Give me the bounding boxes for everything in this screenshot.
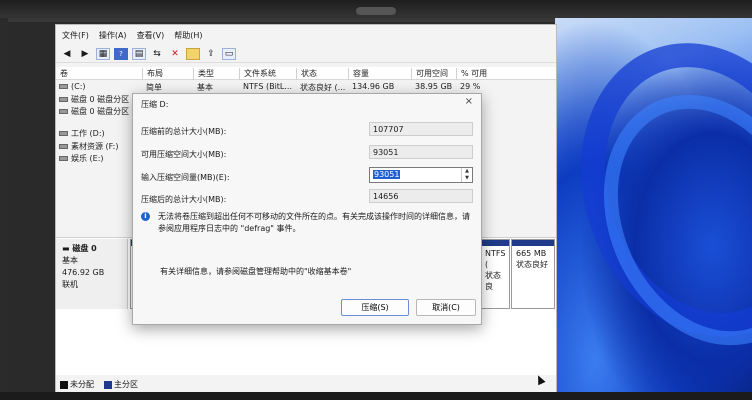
disk-icon: ▬	[62, 244, 73, 253]
available-label: 可用压缩空间大小(MB):	[141, 150, 227, 159]
cancel-button[interactable]: 取消(C)	[416, 299, 476, 316]
info-line: 无法将卷压缩到超出任何不可移动的文件所在的点。有关完成该操作时间的详细信息，请	[158, 212, 470, 221]
capacity-value: 134.96 GB	[352, 82, 395, 91]
toolbar: ◀ ▶ ▦ ? ▤ ⇆ ✕ ⇪ ▭	[56, 45, 556, 63]
total-after-field: 14656	[369, 189, 473, 203]
volume-name: 磁盘 0 磁盘分区 1	[71, 95, 137, 104]
drive-icon	[59, 156, 68, 161]
disk-0-info[interactable]: ▬ 磁盘 0 基本 476.92 GB 联机	[56, 239, 128, 309]
monitor-bottom-bezel	[0, 392, 752, 400]
menu-file[interactable]: 文件(F)	[62, 30, 89, 41]
monitor-left-bezel	[0, 18, 8, 400]
drive-icon	[59, 109, 68, 114]
disk-size: 476.92 GB	[62, 268, 105, 277]
column-layout[interactable]: 布局	[142, 68, 163, 80]
dialog-title: 压缩 D:	[141, 100, 169, 109]
menu-help[interactable]: 帮助(H)	[174, 30, 202, 41]
column-percent[interactable]: % 可用	[456, 68, 487, 80]
legend-primary: 主分区	[114, 380, 138, 389]
partition-size: 665 MB	[516, 249, 547, 258]
column-status[interactable]: 状态	[296, 68, 317, 80]
volume-name: 磁盘 0 磁盘分区 4	[71, 107, 137, 116]
drive-icon	[59, 84, 68, 89]
menu-view[interactable]: 查看(V)	[137, 30, 165, 41]
partition-status: 状态良好	[516, 260, 548, 269]
unallocated-swatch	[60, 380, 68, 389]
menubar: 文件(F) 操作(A) 查看(V) 帮助(H)	[56, 27, 556, 43]
connect-icon[interactable]: ⇆	[150, 48, 164, 60]
shrink-amount-input[interactable]: 93051 ▲ ▼	[369, 167, 473, 183]
menu-action[interactable]: 操作(A)	[99, 30, 127, 41]
view-icon[interactable]: ▭	[222, 47, 236, 60]
total-before-label: 压缩前的总计大小(MB):	[141, 127, 227, 136]
volume-name: 工作 (D:)	[71, 129, 105, 138]
help-detail-text: 有关详细信息，请参阅磁盘管理帮助中的"收缩基本卷"	[160, 267, 352, 276]
drive-icon	[59, 97, 68, 102]
webcam	[356, 7, 396, 15]
column-filesystem[interactable]: 文件系统	[239, 68, 276, 80]
shrink-volume-dialog: 压缩 D: × 压缩前的总计大小(MB): 107707 可用压缩空间大小(MB…	[132, 93, 482, 325]
type-value: 基本	[197, 83, 213, 92]
filesystem-value: NTFS (BitL...	[243, 82, 293, 91]
column-type[interactable]: 类型	[193, 68, 214, 80]
close-icon[interactable]: ×	[465, 96, 473, 107]
drive-icon	[59, 144, 68, 149]
free-value: 38.95 GB	[415, 82, 453, 91]
total-before-field: 107707	[369, 122, 473, 136]
info-icon: i	[141, 212, 150, 221]
folder-icon[interactable]	[186, 47, 200, 60]
help-icon[interactable]: ?	[114, 47, 128, 60]
volume-name: 素材资源 (F:)	[71, 142, 119, 151]
column-free[interactable]: 可用空间	[411, 68, 448, 80]
spin-up-icon[interactable]: ▲	[462, 168, 472, 175]
column-capacity[interactable]: 容量	[348, 68, 369, 80]
properties-icon[interactable]: ▤	[132, 47, 146, 60]
spinner: ▲ ▼	[461, 168, 472, 182]
total-after-label: 压缩后的总计大小(MB):	[141, 195, 227, 204]
disk-status: 联机	[62, 280, 78, 289]
shrink-amount-value[interactable]: 93051	[373, 170, 401, 179]
partition-status: 状态良	[485, 271, 501, 291]
delete-icon[interactable]: ✕	[168, 48, 182, 60]
status-value: 状态良好 (...	[300, 83, 346, 92]
shrink-button[interactable]: 压缩(S)	[341, 299, 409, 316]
info-message: 无法将卷压缩到超出任何不可移动的文件所在的点。有关完成该操作时间的详细信息，请 …	[158, 211, 476, 235]
forward-arrow-icon[interactable]: ▶	[78, 48, 92, 60]
partition-filesystem: NTFS (	[485, 249, 506, 269]
spin-down-icon[interactable]: ▼	[462, 175, 472, 182]
volume-table-header: 卷 布局 类型 文件系统 状态 容量 可用空间 % 可用	[56, 67, 556, 80]
grid-icon[interactable]: ▦	[96, 47, 110, 60]
partition-block[interactable]: NTFS ( 状态良	[480, 239, 510, 309]
layout-value: 简单	[146, 83, 162, 92]
export-icon[interactable]: ⇪	[204, 48, 218, 60]
info-line: 参阅应用程序日志中的 "defrag" 事件。	[158, 224, 301, 233]
amount-label: 输入压缩空间量(MB)(E):	[141, 173, 230, 182]
available-field: 93051	[369, 145, 473, 159]
legend: 未分配 主分区	[60, 379, 138, 390]
legend-unallocated: 未分配	[70, 380, 94, 389]
column-volume[interactable]: 卷	[56, 68, 68, 80]
primary-swatch	[104, 380, 112, 389]
disk-type: 基本	[62, 256, 78, 265]
volume-name: (C:)	[71, 82, 86, 91]
drive-icon	[59, 131, 68, 136]
recovery-partition[interactable]: 665 MB 状态良好	[511, 239, 555, 309]
disk-title: 磁盘 0	[72, 244, 97, 253]
percent-value: 29 %	[460, 82, 481, 91]
back-arrow-icon[interactable]: ◀	[60, 48, 74, 60]
volume-name: 娱乐 (E:)	[71, 154, 104, 163]
